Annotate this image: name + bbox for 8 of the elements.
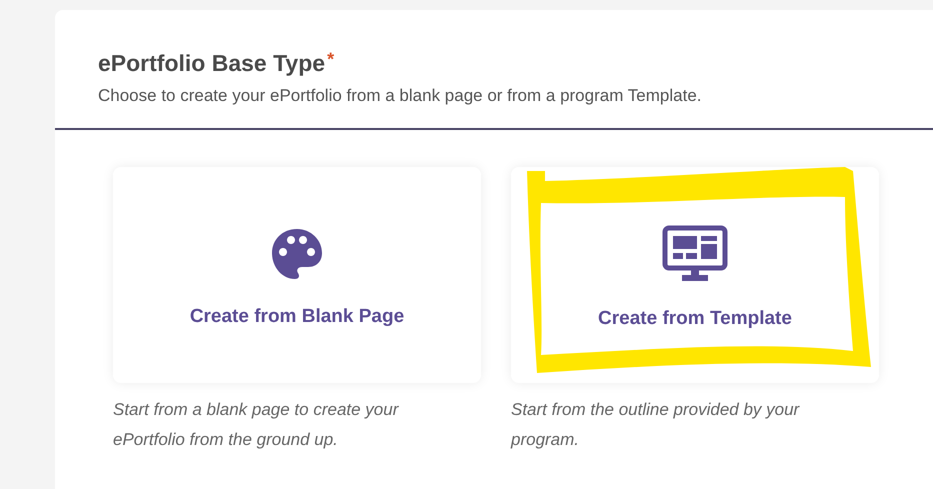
palette-icon — [270, 226, 324, 281]
section-description: Choose to create your ePortfolio from a blank page or from a program Template. — [98, 84, 702, 106]
monitor-icon — [662, 224, 728, 283]
option-caption: Start from a blank page to create your ePortfolio from the ground up. — [113, 399, 400, 451]
section-title: ePortfolio Base Type — [98, 49, 326, 78]
required-asterisk: * — [327, 48, 334, 71]
option-caption: Start from the outline provided by your program. — [511, 399, 801, 451]
option-card[interactable]: Create from Blank Page — [113, 167, 481, 383]
